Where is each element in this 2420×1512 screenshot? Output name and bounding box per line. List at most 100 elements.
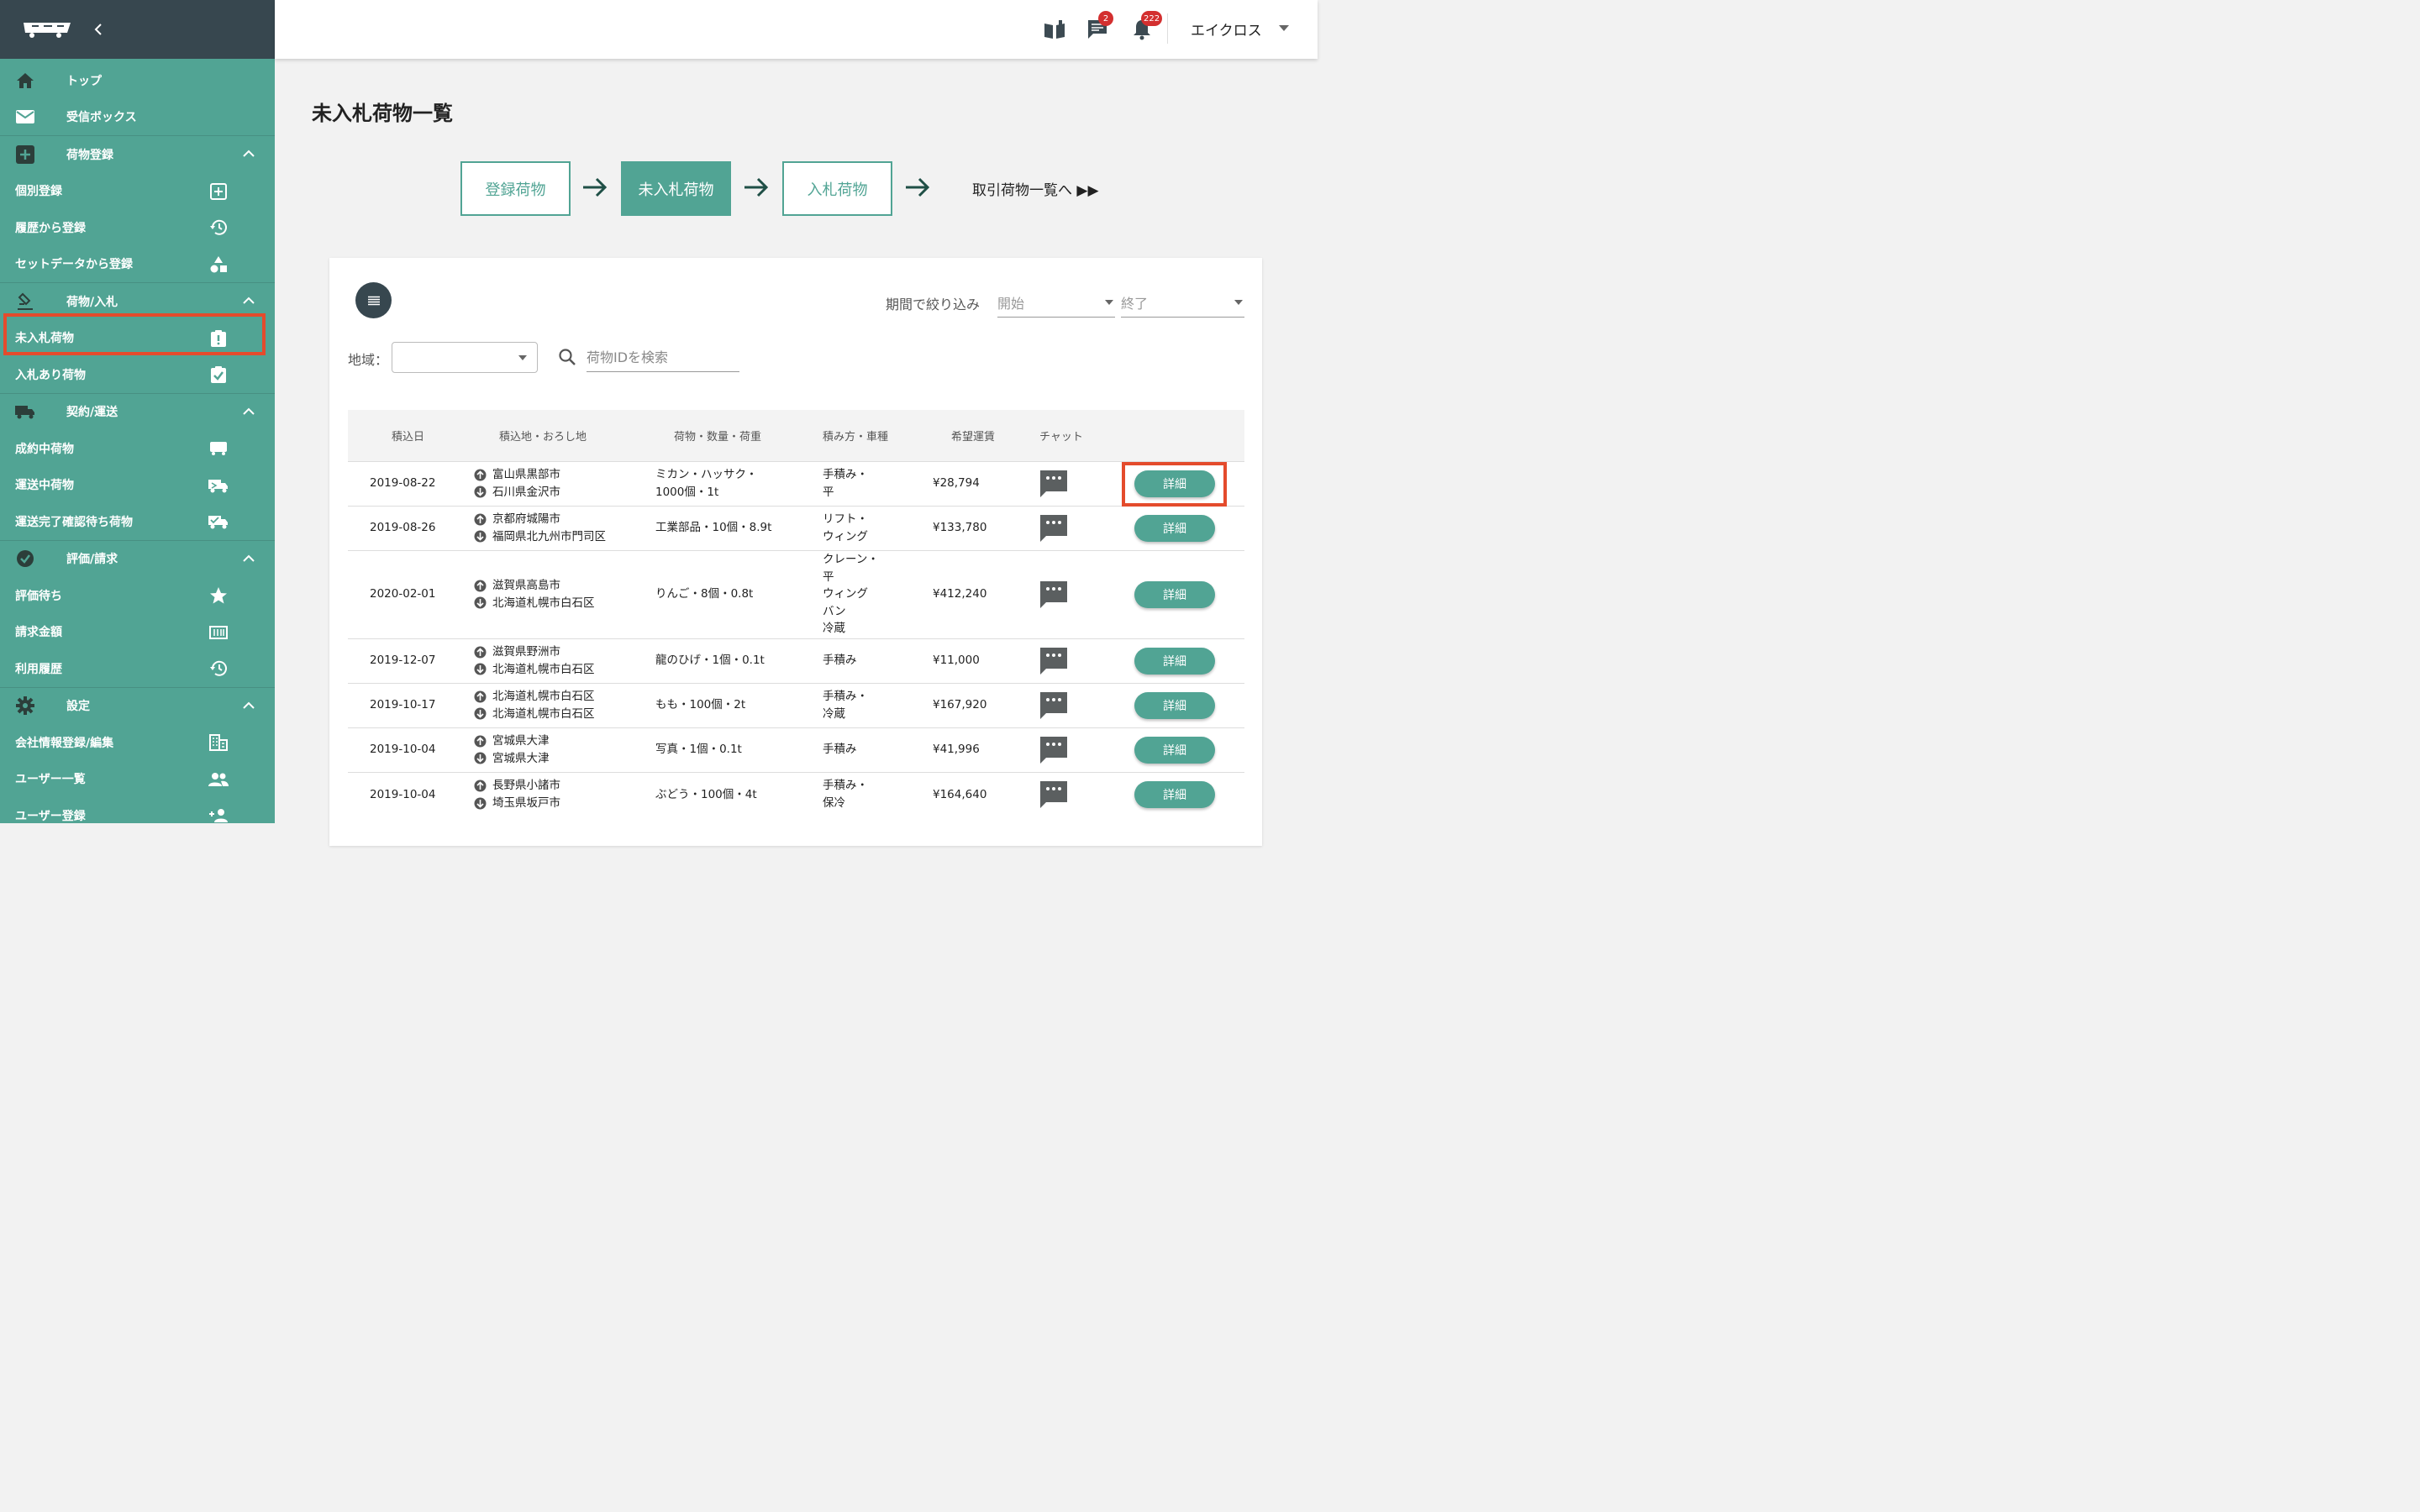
caret-down-icon[interactable] [1279,25,1289,32]
chat-cell[interactable] [1039,771,1123,816]
cargo-id-search-input[interactable] [587,344,739,372]
notification-button[interactable]: 222 [1131,11,1163,42]
chat-bubble-icon [1040,580,1067,608]
sidebar-item-label: 運送完了確認待ち荷物 [15,515,133,529]
history-icon [208,218,229,238]
dropoff-icon [474,707,487,720]
table-row: 2019-08-22 富山県黒部市 石川県金沢市 ミカン・ハッサク・ 1000個・1t… [348,460,1244,506]
chevron-up-icon[interactable] [241,146,256,161]
sidebar-item-label: 評価待ち [15,589,62,603]
load-method: 手積み・ 平 [823,460,933,506]
sidebar-section-label: 契約/運送 [66,406,118,420]
sidebar-item-user-list[interactable]: ユーザー一覧 [0,761,275,798]
dropoff-text: 福岡県北九州市門司区 [492,529,606,543]
sidebar-section-review[interactable]: 評価/請求 [0,541,275,578]
detail-button[interactable]: 詳細 [1134,580,1215,608]
load-date: 2020-02-01 [348,549,474,638]
person-add-icon [208,806,229,823]
chat-notification-button[interactable]: 2 [1086,11,1113,42]
chevron-left-icon[interactable] [92,24,104,35]
sidebar-item-from-history[interactable]: 履歴から登録 [0,209,275,246]
load-date: 2019-08-22 [348,460,474,506]
sidebar-item-contracting[interactable]: 成約中荷物 [0,430,275,467]
sidebar-item-user-register[interactable]: ユーザー登録 [0,797,275,823]
chevron-up-icon[interactable] [241,698,256,713]
transaction-list-link[interactable]: 取引荷物一覧へ ▶▶ [972,178,1099,199]
action-cell: 詳細 [1123,771,1244,816]
location-cell: 富山県黒部市 石川県金沢市 [474,460,655,506]
step-unbid[interactable]: 未入札荷物 [621,161,731,216]
truck-moving-icon [208,475,229,496]
sidebar-section-label: 荷物登録 [66,148,113,162]
sidebar-item-in-transit[interactable]: 運送中荷物 [0,467,275,504]
chat-cell[interactable] [1039,549,1123,638]
sidebar-item-company-info[interactable]: 会社情報登録/編集 [0,724,275,761]
dropoff-icon [474,486,487,498]
dropoff-location: 北海道札幌市白石区 [474,661,655,679]
pickup-location: 滋賀県高島市 [474,577,655,595]
sidebar-item-with-bid[interactable]: 入札あり荷物 [0,356,275,393]
divider [1167,13,1168,44]
chevron-up-icon[interactable] [241,404,256,419]
sidebar-item-inbox[interactable]: 受信ボックス [0,99,275,136]
detail-button[interactable]: 詳細 [1134,514,1215,542]
load-date: 2019-10-04 [348,727,474,772]
arrow-right-icon [744,177,769,197]
sidebar-section-label: 評価/請求 [66,553,118,567]
chat-cell[interactable] [1039,638,1123,683]
load-method: 手積み・ 保冷 [823,771,933,816]
pickup-icon [474,690,487,703]
book-icon[interactable] [1043,18,1066,42]
logo [24,23,71,38]
add-box-icon [15,144,35,165]
sidebar-section-settings[interactable]: 設定 [0,688,275,725]
pickup-location: 京都府城陽市 [474,511,655,528]
detail-button[interactable]: 詳細 [1134,691,1215,719]
location-cell: 北海道札幌市白石区 北海道札幌市白石区 [474,682,655,727]
chat-cell[interactable] [1039,682,1123,727]
detail-button[interactable]: 詳細 [1134,736,1215,764]
region-select[interactable] [392,342,538,373]
action-cell: 詳細 [1123,505,1244,550]
highlight-box-unbid [3,313,266,355]
sidebar-item-awaiting-confirm[interactable]: 運送完了確認待ち荷物 [0,503,275,540]
table-row: 2019-10-17 北海道札幌市白石区 北海道札幌市白石区 もも・100個・2t 手積… [348,682,1244,727]
caret-down-icon [1105,300,1113,305]
cargo-info: もも・100個・2t [655,682,823,727]
stamp-icon [15,291,35,312]
end-date-select[interactable]: 終了 [1121,286,1244,318]
truck-front-icon [208,438,229,459]
sidebar-item-top[interactable]: トップ [0,62,275,99]
pickup-icon [474,469,487,481]
sidebar-item-individual[interactable]: 個別登録 [0,173,275,210]
list-menu-button[interactable] [355,282,392,318]
chat-cell[interactable] [1039,505,1123,550]
star-icon [208,585,229,606]
cargo-info: りんご・8個・0.8t [655,549,823,638]
sidebar-section-register[interactable]: 荷物登録 [0,136,275,173]
dropoff-text: 埼玉県坂戸市 [492,795,560,810]
chat-cell[interactable] [1039,460,1123,506]
chevron-up-icon[interactable] [241,293,256,308]
start-date-select[interactable]: 開始 [997,286,1115,318]
check-circle-icon [15,549,35,569]
step-registered[interactable]: 登録荷物 [460,161,571,216]
sidebar-item-label: セットデータから登録 [15,258,133,272]
sidebar-item-from-setdata[interactable]: セットデータから登録 [0,246,275,283]
chevron-up-icon[interactable] [241,551,256,566]
chat-cell[interactable] [1039,727,1123,772]
detail-button[interactable]: 詳細 [1134,647,1215,675]
sidebar-item-usage-history[interactable]: 利用履歴 [0,650,275,687]
sidebar-item-awaiting-review[interactable]: 評価待ち [0,577,275,614]
desired-fare: ¥41,996 [933,727,1039,772]
sidebar-item-billing[interactable]: 請求金額 [0,614,275,651]
dropoff-icon [474,752,487,764]
step-bid[interactable]: 入札荷物 [782,161,892,216]
table-body: 2019-08-22 富山県黒部市 石川県金沢市 ミカン・ハッサク・ 1000個・1t… [348,460,1244,816]
sidebar-section-contract[interactable]: 契約/運送 [0,394,275,431]
user-menu-name[interactable]: エイクロス [1191,18,1262,39]
cargo-info: ぶどう・100個・4t [655,771,823,816]
detail-button[interactable]: 詳細 [1134,780,1215,808]
page-title: 未入札荷物一覧 [312,102,453,125]
table-row: 2019-12-07 滋賀県野洲市 北海道札幌市白石区 龍のひげ・1個・0.1t 手積み… [348,638,1244,683]
